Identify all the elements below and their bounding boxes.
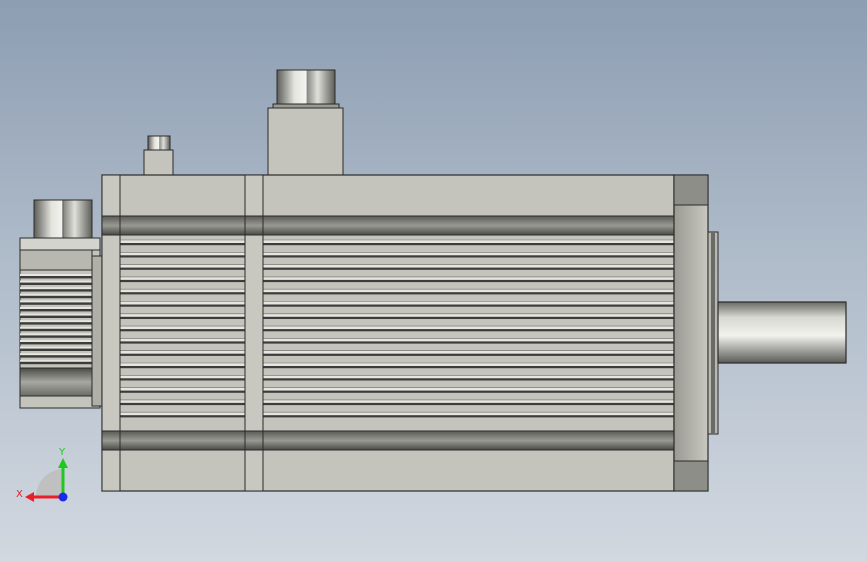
fin-groove: [102, 252, 674, 258]
fin-groove: [102, 338, 674, 344]
fin-groove: [102, 276, 674, 283]
encoder-fin-groove: [20, 287, 92, 292]
triad-plane-sector: [35, 469, 63, 497]
encoder-fin-groove: [20, 346, 92, 351]
front-flange: [673, 174, 719, 492]
encoder-fin-groove: [20, 274, 92, 279]
encoder-fin-groove: [20, 353, 92, 358]
fin-groove: [102, 387, 674, 393]
cooling-fins: [102, 239, 674, 418]
fin-groove: [102, 239, 674, 246]
fin-groove: [102, 301, 674, 307]
fin-groove: [102, 288, 674, 295]
view-orientation-triad[interactable]: Y X: [16, 447, 68, 502]
x-axis-label: X: [16, 489, 23, 500]
fin-groove: [102, 325, 674, 332]
encoder-housing: [19, 237, 103, 409]
power-connector: [267, 69, 344, 176]
x-axis-arrowhead: [25, 492, 34, 502]
fin-groove: [102, 264, 674, 270]
encoder-connector: [33, 199, 93, 239]
cad-viewport[interactable]: Y X: [0, 0, 867, 562]
encoder-fin-groove: [20, 313, 92, 318]
servo-motor-model[interactable]: Y X: [0, 0, 867, 562]
encoder-fin-groove: [20, 307, 92, 312]
fin-groove: [102, 313, 674, 319]
encoder-fin-groove: [20, 333, 92, 338]
fin-groove: [102, 350, 674, 356]
fin-groove: [102, 411, 674, 418]
z-axis-dot: [58, 492, 68, 502]
encoder-fin-groove: [20, 293, 92, 299]
encoder-fin-groove: [20, 320, 92, 325]
fin-groove: [102, 362, 674, 369]
output-shaft: [717, 301, 847, 364]
encoder-fin-groove: [20, 300, 92, 305]
y-axis-arrowhead: [58, 458, 68, 468]
encoder-fin-groove: [20, 280, 92, 285]
encoder-fin-groove: [20, 340, 92, 345]
brake-connector: [143, 135, 174, 176]
fin-groove: [102, 399, 674, 406]
encoder-fin-groove: [20, 326, 92, 332]
encoder-fin-groove: [20, 359, 92, 365]
y-axis-label: Y: [58, 447, 66, 458]
motor-body: [101, 174, 675, 492]
fin-groove: [102, 374, 674, 381]
